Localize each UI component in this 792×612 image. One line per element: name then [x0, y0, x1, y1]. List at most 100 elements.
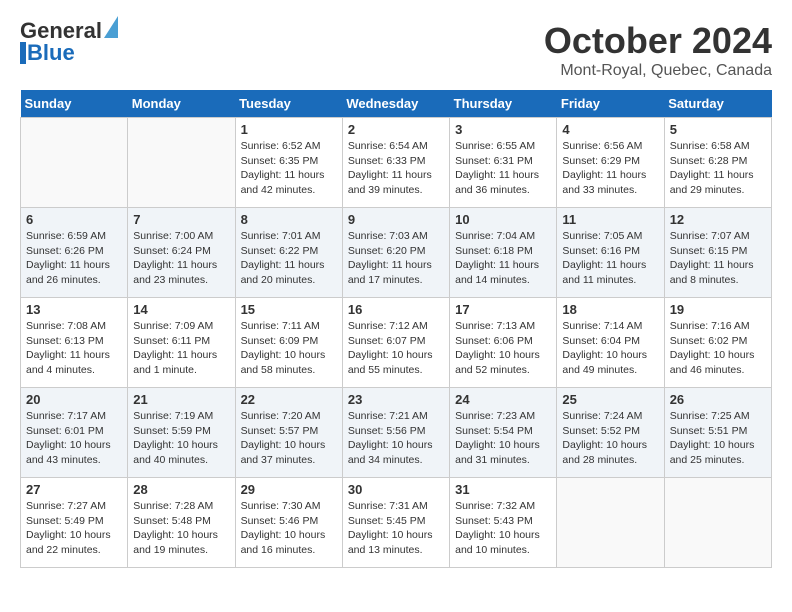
calendar-cell: 11Sunrise: 7:05 AM Sunset: 6:16 PM Dayli… [557, 208, 664, 298]
calendar-cell: 31 Sunrise: 7:32 AM Sunset: 5:43 PM Dayli… [450, 478, 557, 568]
calendar-cell: 4 Sunrise: 6:56 AM Sunset: 6:29 PM Daylig… [557, 118, 664, 208]
calendar-day-header: Saturday [664, 90, 771, 118]
calendar-cell: 24 Sunrise: 7:23 AM Sunset: 5:54 PM Dayli… [450, 388, 557, 478]
day-number: 3 [455, 122, 551, 137]
day-info: Sunrise: 7:32 AM Sunset: 5:43 PM Dayligh… [455, 499, 551, 558]
calendar-cell [557, 478, 664, 568]
day-number: 23 [348, 392, 444, 407]
day-number: 16 [348, 302, 444, 317]
calendar-week-row: 27 Sunrise: 7:27 AM Sunset: 5:49 PM Dayli… [21, 478, 772, 568]
logo-general: General [20, 20, 102, 42]
calendar-cell: 13 Sunrise: 7:08 AM Sunset: 6:13 PM Dayli… [21, 298, 128, 388]
day-info: Sunrise: 6:56 AM Sunset: 6:29 PM Dayligh… [562, 139, 658, 198]
day-number: 13 [26, 302, 122, 317]
day-number: 30 [348, 482, 444, 497]
calendar-day-header: Tuesday [235, 90, 342, 118]
month-title: October 2024 [544, 20, 772, 62]
day-number: 27 [26, 482, 122, 497]
logo-blue: Blue [27, 42, 75, 64]
calendar-week-row: 1 Sunrise: 6:52 AM Sunset: 6:35 PM Daylig… [21, 118, 772, 208]
day-info: Sunrise: 7:25 AM Sunset: 5:51 PM Dayligh… [670, 409, 766, 468]
calendar-day-header: Sunday [21, 90, 128, 118]
calendar-cell: 29 Sunrise: 7:30 AM Sunset: 5:46 PM Dayli… [235, 478, 342, 568]
day-number: 26 [670, 392, 766, 407]
day-info: Sunrise: 7:09 AM Sunset: 6:11 PM Dayligh… [133, 319, 229, 378]
day-number: 12 [670, 212, 766, 227]
calendar-day-header: Wednesday [342, 90, 449, 118]
day-info: Sunrise: 7:21 AM Sunset: 5:56 PM Dayligh… [348, 409, 444, 468]
day-number: 7 [133, 212, 229, 227]
day-info: Sunrise: 7:00 AM Sunset: 6:24 PM Dayligh… [133, 229, 229, 288]
day-number: 18 [562, 302, 658, 317]
day-info: Sunrise: 7:16 AM Sunset: 6:02 PM Dayligh… [670, 319, 766, 378]
day-info: Sunrise: 7:07 AM Sunset: 6:15 PM Dayligh… [670, 229, 766, 288]
day-number: 14 [133, 302, 229, 317]
day-info: Sunrise: 6:58 AM Sunset: 6:28 PM Dayligh… [670, 139, 766, 198]
calendar-cell [664, 478, 771, 568]
day-number: 9 [348, 212, 444, 227]
day-info: Sunrise: 7:01 AM Sunset: 6:22 PM Dayligh… [241, 229, 337, 288]
calendar-week-row: 13 Sunrise: 7:08 AM Sunset: 6:13 PM Dayli… [21, 298, 772, 388]
day-number: 17 [455, 302, 551, 317]
calendar-cell: 17 Sunrise: 7:13 AM Sunset: 6:06 PM Dayli… [450, 298, 557, 388]
day-number: 4 [562, 122, 658, 137]
day-info: Sunrise: 7:27 AM Sunset: 5:49 PM Dayligh… [26, 499, 122, 558]
day-number: 8 [241, 212, 337, 227]
day-number: 24 [455, 392, 551, 407]
calendar-cell: 14 Sunrise: 7:09 AM Sunset: 6:11 PM Dayli… [128, 298, 235, 388]
day-info: Sunrise: 7:19 AM Sunset: 5:59 PM Dayligh… [133, 409, 229, 468]
day-info: Sunrise: 6:55 AM Sunset: 6:31 PM Dayligh… [455, 139, 551, 198]
day-number: 15 [241, 302, 337, 317]
subtitle: Mont-Royal, Quebec, Canada [544, 62, 772, 80]
day-info: Sunrise: 7:05 AM Sunset: 6:16 PM Dayligh… [562, 229, 658, 288]
day-info: Sunrise: 7:13 AM Sunset: 6:06 PM Dayligh… [455, 319, 551, 378]
day-info: Sunrise: 6:59 AM Sunset: 6:26 PM Dayligh… [26, 229, 122, 288]
day-info: Sunrise: 7:20 AM Sunset: 5:57 PM Dayligh… [241, 409, 337, 468]
calendar-cell: 9 Sunrise: 7:03 AM Sunset: 6:20 PM Daylig… [342, 208, 449, 298]
calendar-cell: 16 Sunrise: 7:12 AM Sunset: 6:07 PM Dayli… [342, 298, 449, 388]
day-info: Sunrise: 7:30 AM Sunset: 5:46 PM Dayligh… [241, 499, 337, 558]
calendar-week-row: 6 Sunrise: 6:59 AM Sunset: 6:26 PM Daylig… [21, 208, 772, 298]
day-number: 6 [26, 212, 122, 227]
calendar-cell: 15Sunrise: 7:11 AM Sunset: 6:09 PM Dayli… [235, 298, 342, 388]
calendar-cell: 10Sunrise: 7:04 AM Sunset: 6:18 PM Dayli… [450, 208, 557, 298]
day-info: Sunrise: 7:17 AM Sunset: 6:01 PM Dayligh… [26, 409, 122, 468]
day-number: 1 [241, 122, 337, 137]
calendar-day-header: Monday [128, 90, 235, 118]
day-info: Sunrise: 7:24 AM Sunset: 5:52 PM Dayligh… [562, 409, 658, 468]
day-info: Sunrise: 7:28 AM Sunset: 5:48 PM Dayligh… [133, 499, 229, 558]
calendar-day-header: Friday [557, 90, 664, 118]
day-info: Sunrise: 7:12 AM Sunset: 6:07 PM Dayligh… [348, 319, 444, 378]
page-header: General Blue October 2024 Mont-Royal, Qu… [20, 20, 772, 80]
calendar-cell: 30 Sunrise: 7:31 AM Sunset: 5:45 PM Dayli… [342, 478, 449, 568]
day-number: 2 [348, 122, 444, 137]
day-number: 31 [455, 482, 551, 497]
calendar-cell [128, 118, 235, 208]
calendar-cell [21, 118, 128, 208]
title-area: October 2024 Mont-Royal, Quebec, Canada [544, 20, 772, 80]
day-info: Sunrise: 7:03 AM Sunset: 6:20 PM Dayligh… [348, 229, 444, 288]
calendar-cell: 12 Sunrise: 7:07 AM Sunset: 6:15 PM Dayli… [664, 208, 771, 298]
day-info: Sunrise: 7:08 AM Sunset: 6:13 PM Dayligh… [26, 319, 122, 378]
logo-triangle-icon [104, 16, 118, 38]
calendar-cell: 28 Sunrise: 7:28 AM Sunset: 5:48 PM Dayli… [128, 478, 235, 568]
day-number: 5 [670, 122, 766, 137]
day-info: Sunrise: 7:31 AM Sunset: 5:45 PM Dayligh… [348, 499, 444, 558]
calendar-cell: 26 Sunrise: 7:25 AM Sunset: 5:51 PM Dayli… [664, 388, 771, 478]
calendar-cell: 1 Sunrise: 6:52 AM Sunset: 6:35 PM Daylig… [235, 118, 342, 208]
calendar-cell: 7 Sunrise: 7:00 AM Sunset: 6:24 PM Daylig… [128, 208, 235, 298]
day-number: 10 [455, 212, 551, 227]
calendar-cell: 20Sunrise: 7:17 AM Sunset: 6:01 PM Dayli… [21, 388, 128, 478]
calendar-cell: 21Sunrise: 7:19 AM Sunset: 5:59 PM Dayli… [128, 388, 235, 478]
calendar-cell: 6 Sunrise: 6:59 AM Sunset: 6:26 PM Daylig… [21, 208, 128, 298]
calendar-cell: 27 Sunrise: 7:27 AM Sunset: 5:49 PM Dayli… [21, 478, 128, 568]
day-number: 28 [133, 482, 229, 497]
calendar-cell: 18Sunrise: 7:14 AM Sunset: 6:04 PM Dayli… [557, 298, 664, 388]
day-number: 19 [670, 302, 766, 317]
day-number: 29 [241, 482, 337, 497]
day-info: Sunrise: 6:52 AM Sunset: 6:35 PM Dayligh… [241, 139, 337, 198]
day-info: Sunrise: 7:23 AM Sunset: 5:54 PM Dayligh… [455, 409, 551, 468]
calendar-cell: 19 Sunrise: 7:16 AM Sunset: 6:02 PM Dayli… [664, 298, 771, 388]
logo-blue-block [20, 42, 26, 64]
calendar-cell: 23 Sunrise: 7:21 AM Sunset: 5:56 PM Dayli… [342, 388, 449, 478]
